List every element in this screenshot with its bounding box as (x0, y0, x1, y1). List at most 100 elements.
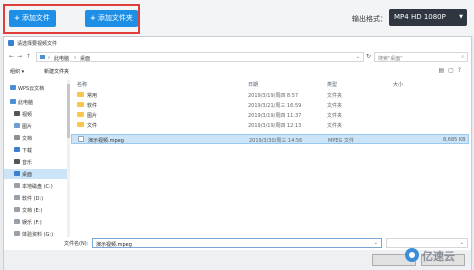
view-options-icons[interactable]: ▤▢? (438, 67, 465, 74)
breadcrumb-separator-icon[interactable]: › (74, 55, 76, 61)
nav-item-label: 本地磁盘 (C:) (22, 184, 53, 190)
table-row[interactable]: 图片 2019/3/19/周四 11:37 文件夹 (71, 110, 469, 120)
nav-item[interactable]: 文档 (E:) (4, 205, 70, 215)
nav-item[interactable]: 软件 (D:) (4, 193, 70, 203)
chevron-down-icon: ▼ (459, 14, 463, 20)
picture-icon (14, 123, 20, 128)
video-icon (14, 111, 20, 116)
breadcrumb-this-pc[interactable]: 此电脑 (54, 55, 69, 62)
plus-icon: + (90, 14, 96, 22)
forward-arrow-icon[interactable]: → (17, 53, 22, 60)
dialog-title: 请选择要视频文件 (17, 41, 58, 47)
file-type: 文件夹 (327, 93, 343, 99)
output-format-label: 输出格式： (352, 15, 387, 23)
output-format-value: MP4 HD 1080P (394, 13, 446, 21)
file-type: 文件夹 (327, 123, 343, 129)
nav-item[interactable]: 下载 (4, 145, 70, 155)
new-folder-button[interactable]: 新建文件夹 (44, 68, 69, 75)
dialog-app-icon (8, 40, 14, 46)
file-date: 2019/3/19/周四 11:37 (248, 113, 302, 119)
nav-item[interactable]: 娱乐 (F:) (4, 217, 70, 227)
file-type: MPEG 文件 (328, 138, 354, 144)
nav-item-label: WPS云文档 (18, 86, 45, 92)
address-row: ← → ↑ › 此电脑 › 桌面 ⌄ ↻ 搜索"桌面" ⌕ (4, 51, 471, 63)
table-row[interactable]: 演示视频.mpeg 2019/3/30/周三 14:56 MPEG 文件 8,685 … (71, 134, 469, 144)
file-list: 名称 日期 类型 大小 常用 2019/3/19/周四 8:57 文件夹 软件 2019… (71, 78, 471, 238)
filename-value: 演示视频.mpeg (96, 242, 132, 248)
column-header-date[interactable]: 日期 (248, 81, 258, 88)
chevron-down-icon[interactable]: ⌄ (374, 240, 378, 246)
nav-item-label: 图片 (22, 124, 33, 130)
drive-icon (14, 219, 20, 224)
music-icon (14, 159, 20, 164)
file-date: 2019/3/21/周三 16:59 (248, 103, 302, 109)
file-type: 文件夹 (327, 113, 343, 119)
file-name: 软件 (87, 103, 98, 109)
file-name: 演示视频.mpeg (88, 138, 124, 144)
filename-label: 文件名(N): (64, 241, 89, 247)
file-open-dialog: 请选择要视频文件 ← → ↑ › 此电脑 › 桌面 ⌄ ↻ 搜索"桌面" ⌕ 组… (3, 36, 472, 270)
nav-item[interactable]: 音乐 (4, 157, 70, 167)
filename-input[interactable]: 演示视频.mpeg ⌄ (92, 238, 382, 248)
organize-menu[interactable]: 组织 ▾ (10, 68, 24, 75)
navigation-pane: WPS云文档 此电脑视频图片文档下载音乐桌面本地磁盘 (C:) 软件 (D:) 文档 … (4, 80, 70, 238)
folder-icon (77, 122, 84, 127)
output-format-select[interactable]: MP4 HD 1080P ▼ (389, 9, 467, 26)
computer-icon (10, 99, 16, 104)
up-arrow-icon[interactable]: ↑ (26, 53, 31, 60)
table-row[interactable]: 文件 2019/3/19/周四 12:13 文件夹 (71, 120, 469, 130)
nav-item[interactable]: 文档 (4, 133, 70, 143)
breadcrumb-separator-icon[interactable]: › (48, 55, 50, 61)
dialog-title-bar: 请选择要视频文件 (4, 37, 471, 49)
table-row[interactable]: 常用 2019/3/19/周四 8:57 文件夹 (71, 90, 469, 100)
nav-item-label: 音乐 (22, 160, 33, 166)
nav-item-label: 娱乐 (F:) (22, 220, 42, 226)
command-bar: 组织 ▾ 新建文件夹 ▤▢? (4, 66, 471, 76)
cloud-icon (10, 85, 16, 90)
file-name: 图片 (87, 113, 98, 119)
computer-icon (40, 55, 45, 59)
nav-item[interactable]: 此电脑 (4, 97, 70, 107)
nav-item-label: 文档 (22, 136, 33, 142)
download-icon (14, 147, 20, 152)
back-arrow-icon[interactable]: ← (9, 53, 14, 60)
watermark-text: 亿速云 (422, 250, 455, 263)
search-input[interactable]: 搜索"桌面" ⌕ (374, 52, 468, 62)
nav-item[interactable]: 本地磁盘 (C:) (4, 181, 70, 191)
file-date: 2019/3/19/周四 8:57 (248, 93, 299, 99)
scrollbar-thumb[interactable] (67, 84, 70, 138)
app-toolbar: + 添加文件 + 添加文件夹 输出格式： MP4 HD 1080P ▼ (0, 0, 474, 36)
refresh-icon[interactable]: ↻ (366, 53, 371, 60)
folder-icon (77, 102, 84, 107)
nav-item-label: 下载 (22, 148, 33, 154)
filename-row: 文件名(N): 演示视频.mpeg ⌄ ⌄ (4, 237, 471, 249)
file-type: 文件夹 (327, 103, 343, 109)
desktop-icon (14, 171, 20, 176)
nav-item[interactable]: 图片 (4, 121, 70, 131)
plus-icon: + (14, 14, 20, 22)
nav-item-label: 文档 (E:) (22, 208, 43, 214)
table-row[interactable]: 软件 2019/3/21/周三 16:59 文件夹 (71, 100, 469, 110)
address-bar[interactable]: › 此电脑 › 桌面 ⌄ (36, 52, 364, 62)
column-header-type[interactable]: 类型 (327, 81, 337, 88)
folder-icon (77, 112, 84, 117)
column-header-name[interactable]: 名称 (77, 81, 87, 88)
file-size: 8,685 KB (443, 137, 466, 143)
add-folder-label: 添加文件夹 (97, 14, 133, 22)
nav-item-label: 视频 (22, 112, 33, 118)
file-date: 2019/3/19/周四 12:13 (248, 123, 302, 129)
drive-icon (14, 207, 20, 212)
chevron-down-icon[interactable]: ⌄ (356, 54, 360, 60)
column-header-size[interactable]: 大小 (393, 81, 403, 88)
add-folder-button[interactable]: + 添加文件夹 (85, 10, 138, 27)
breadcrumb-desktop[interactable]: 桌面 (80, 55, 90, 62)
nav-item[interactable]: WPS云文档 (4, 83, 70, 93)
nav-item[interactable]: 桌面 (4, 169, 70, 179)
file-name: 常用 (87, 93, 98, 99)
file-date: 2019/3/30/周三 14:56 (249, 138, 303, 144)
add-file-button[interactable]: + 添加文件 (9, 10, 56, 27)
nav-scrollbar[interactable] (67, 80, 70, 237)
watermark: 亿速云 (405, 246, 471, 264)
nav-item-label: 此电脑 (18, 100, 34, 106)
nav-item[interactable]: 视频 (4, 109, 70, 119)
